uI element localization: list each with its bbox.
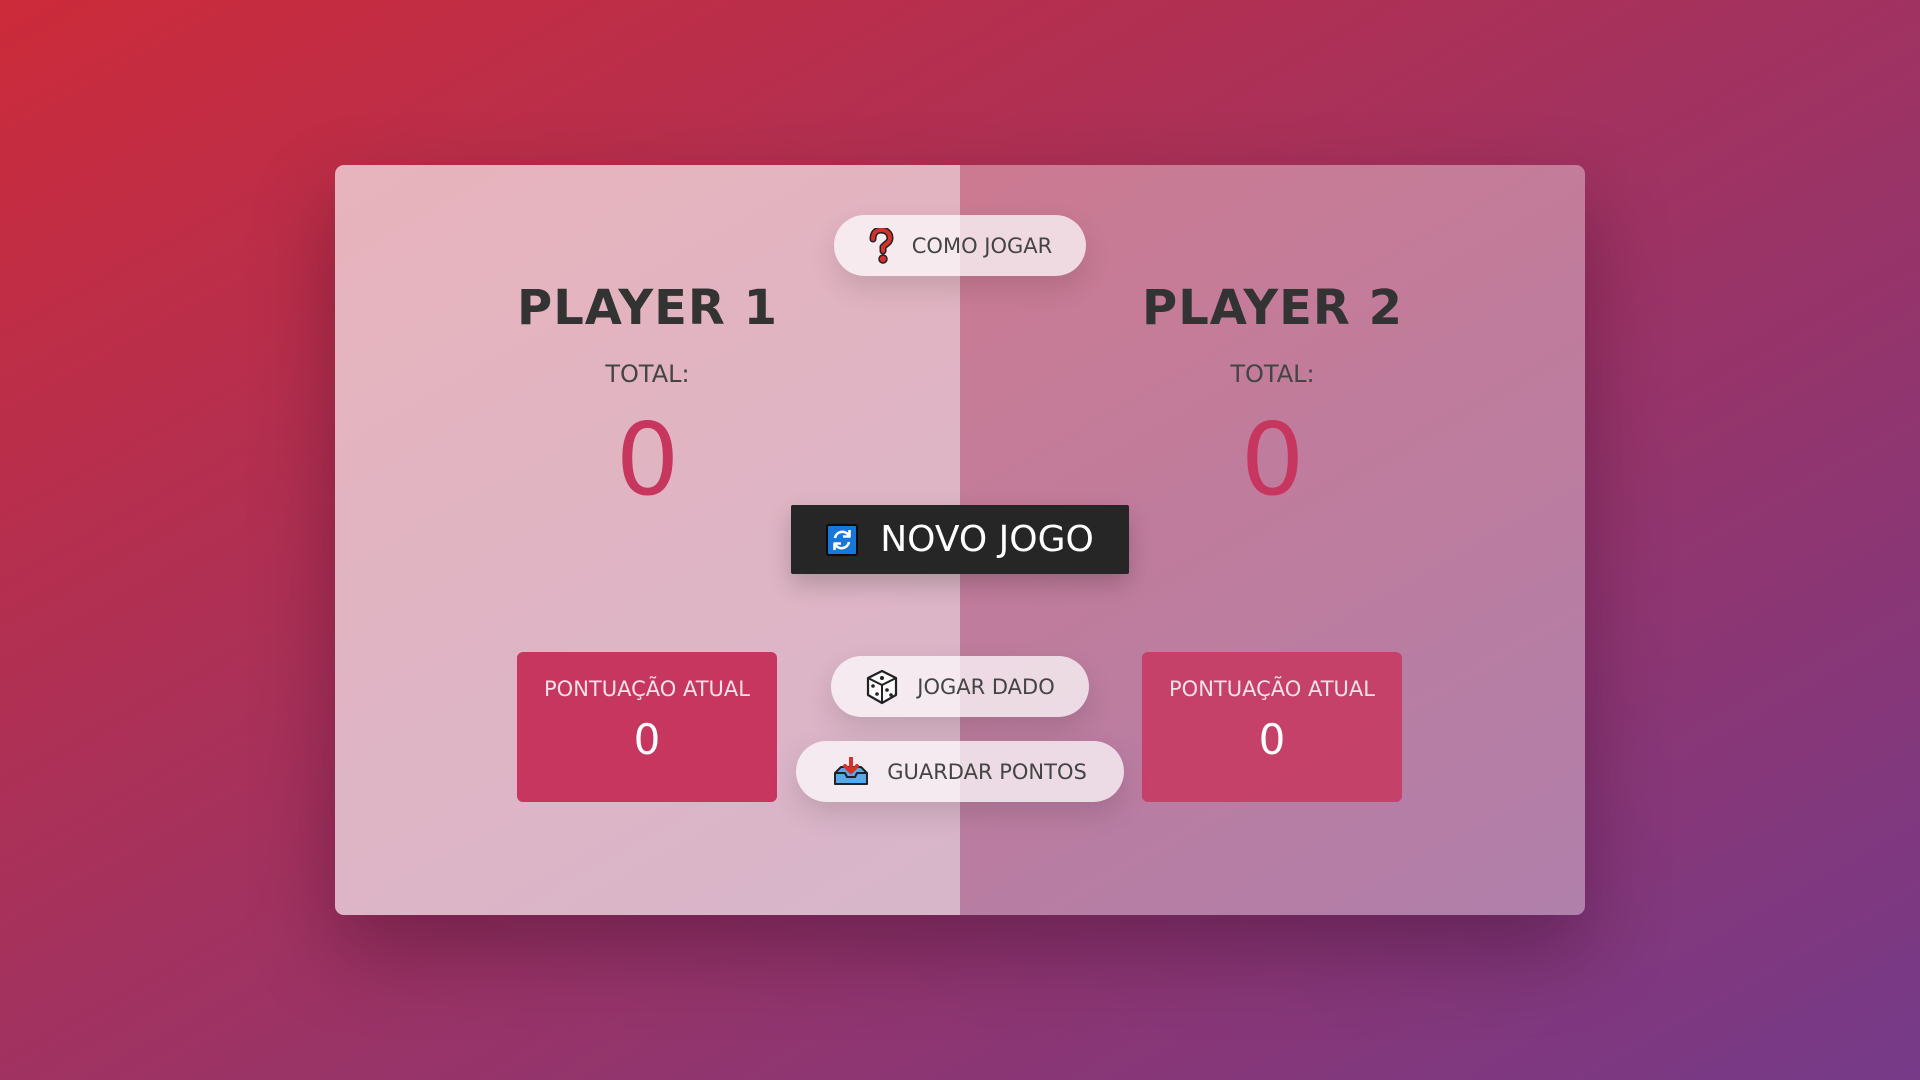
roll-dice-label: JOGAR DADO [917,674,1055,699]
how-to-play-label: COMO JOGAR [911,233,1053,258]
player-2-name: PLAYER 2 [1142,280,1403,336]
player-2-current-score: 0 [1258,715,1286,764]
player-2-current-label: PONTUAÇÃO ATUAL [1169,677,1375,701]
player-2-total-score: 0 [1240,401,1305,518]
player-1-current-box: PONTUAÇÃO ATUAL 0 [517,652,777,802]
player-2-total-label: TOTAL: [1230,360,1315,388]
player-1-total-score: 0 [615,401,680,518]
player-1-total-label: TOTAL: [605,360,690,388]
hold-points-label: GUARDAR PONTOS [887,759,1087,784]
question-mark-icon [868,227,894,264]
player-2-current-box: PONTUAÇÃO ATUAL 0 [1142,652,1402,802]
inbox-download-icon [833,756,869,787]
player-1-current-label: PONTUAÇÃO ATUAL [544,677,750,701]
roll-dice-button[interactable]: JOGAR DADO [831,656,1089,717]
refresh-icon [826,523,859,556]
new-game-label: NOVO JOGO [880,519,1094,560]
dice-icon [865,669,899,705]
new-game-button[interactable]: NOVO JOGO [791,505,1129,574]
player-1-name: PLAYER 1 [517,280,778,336]
how-to-play-button[interactable]: COMO JOGAR [834,215,1086,276]
hold-points-button[interactable]: GUARDAR PONTOS [796,741,1124,802]
player-1-current-score: 0 [633,715,661,764]
